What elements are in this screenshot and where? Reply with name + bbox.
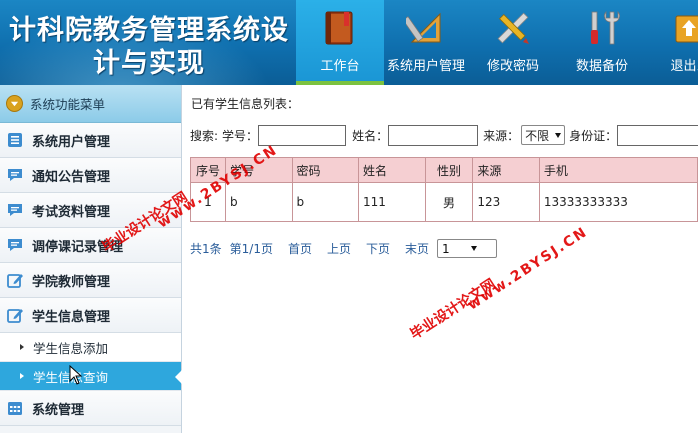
sidebar-item-label: 通知公告管理 (32, 169, 111, 185)
book-icon (325, 11, 353, 45)
sidebar-item-label: 学院教师管理 (32, 274, 111, 290)
column-header: 手机 (538, 157, 698, 183)
table-row[interactable]: 1 b b 111 男 123 13333333333 (190, 182, 698, 222)
message-icon (8, 239, 22, 251)
source-select[interactable]: 不限 (521, 125, 566, 145)
table-cell: b (224, 182, 293, 222)
caret-right-icon (20, 344, 24, 350)
mouse-cursor-icon (69, 365, 83, 385)
edit-icon (7, 309, 23, 323)
pager-next-link[interactable]: 下页 (366, 240, 390, 257)
search-prefix-label: 搜索: (190, 128, 219, 143)
name-label: 姓名： (352, 128, 389, 143)
app-title-line2: 计与实现 (93, 48, 205, 79)
sidebar-header-label: 系统功能菜单 (30, 97, 106, 112)
list-icon (8, 133, 22, 147)
source-label: 来源： (483, 128, 520, 143)
student-no-input[interactable] (258, 124, 347, 146)
exit-icon (675, 15, 698, 43)
pager-total: 共1条 (190, 242, 222, 256)
column-header: 性别 (424, 157, 474, 183)
sidebar-subitem-student-query[interactable]: 学生信息查询 (0, 362, 182, 391)
student-table: 序号 学号 密码 姓名 性别 来源 手机 1 b b 111 男 123 133… (190, 157, 698, 222)
column-header: 来源 (472, 157, 540, 183)
sidebar-item-exam-materials[interactable]: 考试资料管理 (0, 193, 181, 228)
sidebar-item-label: 调停课记录管理 (32, 239, 124, 255)
list-title: 已有学生信息列表： (191, 97, 300, 111)
nav-exit-label: 退出系 (670, 59, 698, 74)
student-no-label: 学号： (222, 128, 259, 143)
page-select-value: 1 (442, 241, 450, 256)
pencil-ruler-icon (497, 12, 529, 44)
edit-icon (7, 274, 23, 288)
pager-page-info: 第1/1页 (229, 242, 273, 256)
chevron-down-icon (470, 246, 477, 251)
pager-last-link[interactable]: 末页 (405, 240, 429, 257)
nav-data-backup-label: 数据备份 (575, 59, 628, 74)
table-cell: 111 (358, 182, 426, 222)
table-cell: 1 (190, 182, 226, 222)
sidebar-subitem-student-add[interactable]: 学生信息添加 (0, 333, 181, 362)
source-select-value: 不限 (525, 128, 550, 143)
table-header-row: 序号 学号 密码 姓名 性别 来源 手机 (190, 157, 698, 183)
sidebar-item-label: 系统管理 (32, 402, 85, 418)
pagination: 共1条 第1/1页 首页 上页 下页 末页 1 (190, 239, 497, 258)
nav-user-management[interactable]: 系统用户管理 (384, 0, 468, 85)
nav-exit[interactable]: 退出系 (646, 0, 698, 85)
pager-first-link[interactable]: 首页 (288, 240, 312, 257)
sidebar-item-label: 学生信息管理 (32, 309, 111, 325)
chevron-down-icon (6, 95, 23, 112)
table-cell: 13333333333 (538, 182, 698, 222)
ruler-triangle-icon (406, 12, 441, 43)
column-header: 姓名 (358, 157, 426, 183)
sidebar-item-user-management[interactable]: 系统用户管理 (0, 123, 181, 158)
search-bar: 搜索: 学号： 姓名： 来源： 不限 身份证： (190, 124, 698, 146)
app-header: 计科院教务管理系统设 计与实现 工作台 系统用户管理 修改密码 数据备份 退出 (0, 0, 698, 85)
table-cell: b (291, 182, 360, 222)
sidebar-item-class-adjustment[interactable]: 调停课记录管理 (0, 228, 181, 263)
nav-change-password-label: 修改密码 (486, 59, 539, 74)
nav-change-password[interactable]: 修改密码 (468, 0, 558, 85)
nav-workbench[interactable]: 工作台 (296, 0, 384, 85)
table-cell: 男 (424, 182, 474, 222)
sidebar-item-notice-management[interactable]: 通知公告管理 (0, 158, 181, 193)
tools-icon (591, 10, 620, 45)
sidebar-item-student-management[interactable]: 学生信息管理 (0, 298, 181, 333)
page-select[interactable]: 1 (437, 239, 497, 258)
nav-workbench-label: 工作台 (320, 59, 360, 74)
nav-user-management-label: 系统用户管理 (386, 59, 465, 74)
app-title: 计科院教务管理系统设 计与实现 (0, 14, 298, 80)
pager-prev-link[interactable]: 上页 (327, 240, 351, 257)
sidebar-subitem-label: 学生信息添加 (33, 340, 109, 356)
id-card-input[interactable] (617, 124, 698, 146)
message-icon (8, 204, 22, 216)
sidebar-item-system-management[interactable]: 系统管理 (0, 391, 181, 426)
app-title-line1: 计科院教务管理系统设 (9, 15, 289, 46)
top-nav: 工作台 系统用户管理 修改密码 数据备份 退出 (296, 0, 698, 85)
calendar-icon (8, 402, 22, 415)
column-header: 序号 (190, 157, 226, 183)
message-icon (8, 169, 22, 181)
sidebar-header[interactable]: 系统功能菜单 (0, 85, 181, 123)
main-content: 已有学生信息列表： 搜索: 学号： 姓名： 来源： 不限 身份证： 序号 学号 … (182, 85, 698, 433)
id-card-label: 身份证： (569, 128, 618, 143)
sidebar-item-label: 考试资料管理 (32, 204, 111, 220)
table-cell: 123 (472, 182, 540, 222)
column-header: 学号 (224, 157, 293, 183)
sidebar-item-teacher-management[interactable]: 学院教师管理 (0, 263, 181, 298)
sidebar-item-label: 系统用户管理 (32, 134, 111, 150)
chevron-down-icon (555, 132, 562, 138)
nav-data-backup[interactable]: 数据备份 (558, 0, 646, 85)
column-header: 密码 (291, 157, 360, 183)
name-input[interactable] (388, 124, 479, 146)
caret-right-icon (20, 373, 24, 379)
sidebar: 系统功能菜单 系统用户管理 通知公告管理 考试资料管理 调停课记录管理 学院教师… (0, 85, 182, 433)
